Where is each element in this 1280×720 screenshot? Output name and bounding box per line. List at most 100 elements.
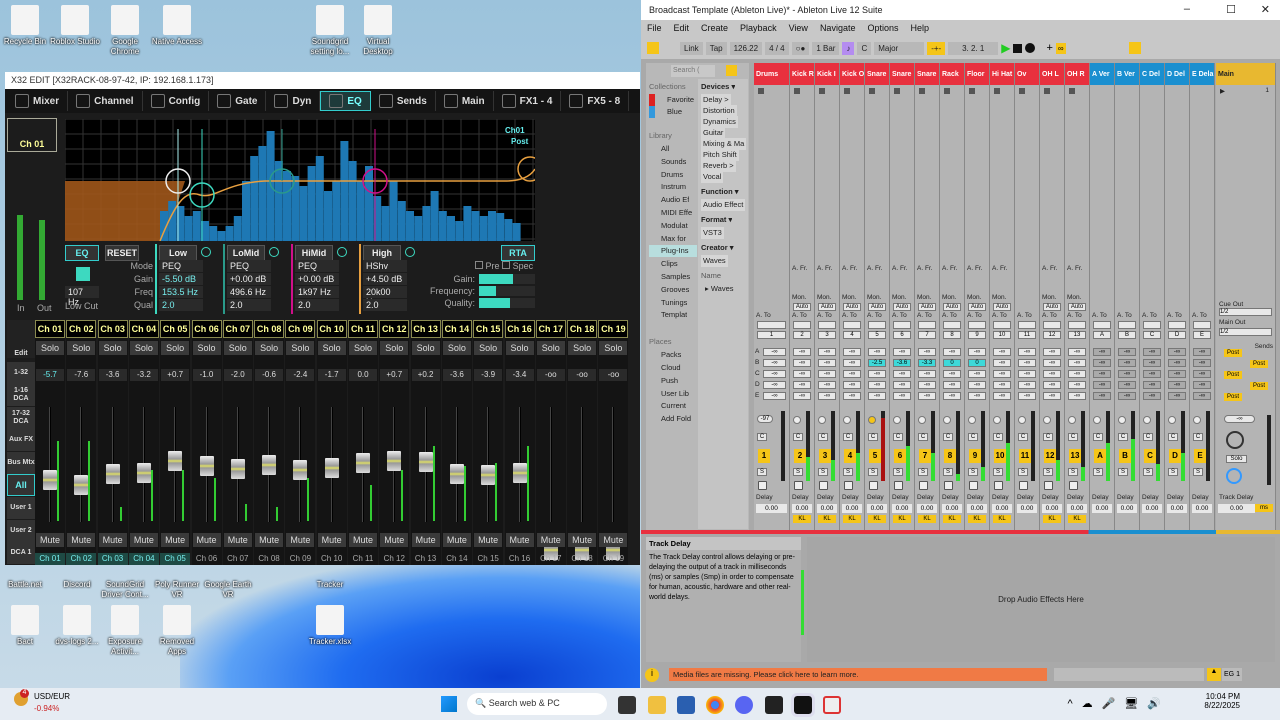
- track-delay-value[interactable]: 0.00: [967, 504, 987, 513]
- send-a-value[interactable]: -∞: [893, 348, 911, 356]
- audio-to-select[interactable]: [843, 321, 861, 329]
- audio-to-channel[interactable]: 3: [818, 331, 836, 339]
- solo-button[interactable]: Solo: [223, 341, 252, 355]
- channel-name[interactable]: Ch 10: [316, 320, 347, 338]
- send-a-value[interactable]: -∞: [993, 348, 1011, 356]
- tempo-field[interactable]: 126.22: [729, 41, 763, 55]
- clip-stop-button[interactable]: [819, 88, 825, 94]
- audio-to-select[interactable]: [1193, 321, 1211, 329]
- mute-button[interactable]: Mute: [98, 533, 127, 547]
- reset-button[interactable]: RESET: [105, 245, 139, 261]
- send-b-value[interactable]: -∞: [1093, 359, 1111, 367]
- file-explorer-icon[interactable]: [648, 696, 666, 714]
- places-item[interactable]: Cloud: [649, 362, 681, 374]
- desktop-icon[interactable]: Tracker.xlsx: [304, 605, 356, 647]
- solo-button[interactable]: Solo: [255, 341, 284, 355]
- send-b-value[interactable]: -3.6: [893, 359, 911, 367]
- channel-name[interactable]: Ch 09: [285, 320, 316, 338]
- track-delay-value[interactable]: 0.00: [1092, 504, 1112, 513]
- send-e-value[interactable]: -∞: [893, 392, 911, 400]
- solo-button[interactable]: S: [1018, 468, 1028, 476]
- fader-value[interactable]: -0.6: [255, 369, 284, 381]
- send-b-value[interactable]: -∞: [793, 359, 811, 367]
- tap-button[interactable]: Tap: [705, 41, 727, 55]
- crossfade-button[interactable]: C: [1018, 433, 1028, 441]
- mute-button[interactable]: Mute: [474, 533, 503, 547]
- fader-value[interactable]: -3.6: [98, 369, 127, 381]
- track-header[interactable]: D Del: [1165, 63, 1189, 85]
- fader-cap[interactable]: [356, 453, 370, 473]
- desktop-icon[interactable]: dvs-logs 2...: [51, 605, 103, 647]
- rta-gain-slider[interactable]: [479, 274, 535, 284]
- send-a-value[interactable]: -∞: [1018, 348, 1036, 356]
- audio-to-select[interactable]: [793, 321, 811, 329]
- track-activator-number[interactable]: E: [1194, 449, 1206, 463]
- channel-name[interactable]: Ch 13: [410, 320, 441, 338]
- solo-button[interactable]: Solo: [411, 341, 440, 355]
- desktop-icon[interactable]: Bact: [0, 605, 51, 647]
- track-header[interactable]: E Dela: [1190, 63, 1214, 85]
- activator-button[interactable]: [1143, 416, 1151, 424]
- collection-blue[interactable]: Blue: [649, 106, 682, 118]
- arm-button[interactable]: [1019, 481, 1028, 490]
- send-d-value[interactable]: -∞: [843, 381, 861, 389]
- send-e-value[interactable]: -∞: [1193, 392, 1211, 400]
- send-post-button[interactable]: Post: [1250, 360, 1268, 368]
- solo-button[interactable]: Solo: [129, 341, 158, 355]
- x32-tab-eq[interactable]: EQ: [320, 91, 371, 111]
- audio-to-select[interactable]: [918, 321, 936, 329]
- fader-value[interactable]: -oo: [599, 369, 628, 381]
- x32-edit-taskbar-icon[interactable]: [765, 696, 783, 714]
- library-item[interactable]: Max for: [649, 233, 686, 245]
- crossfade-button[interactable]: C: [993, 433, 1003, 441]
- kl-button[interactable]: KL: [993, 515, 1011, 523]
- play-button[interactable]: ▶: [1001, 41, 1010, 55]
- audio-to-select[interactable]: [1118, 321, 1136, 329]
- band-gain-value[interactable]: +4.50 dB: [363, 273, 407, 285]
- fader-value[interactable]: +0.7: [161, 369, 190, 381]
- track-header[interactable]: Floor: [965, 63, 989, 85]
- solo-button[interactable]: S: [818, 468, 828, 476]
- clock[interactable]: 10:04 PM 8/22/2025: [1204, 692, 1240, 710]
- name-column-header[interactable]: Name: [701, 270, 721, 282]
- clip-stop-button[interactable]: [944, 88, 950, 94]
- send-a-value[interactable]: -∞: [818, 348, 836, 356]
- monitor-select[interactable]: Auto: [918, 303, 936, 311]
- fader-cap[interactable]: [324, 458, 339, 479]
- channel-name[interactable]: Ch 08: [254, 320, 285, 338]
- channel-name[interactable]: Ch 19: [598, 320, 629, 338]
- send-b-value[interactable]: -∞: [1068, 359, 1086, 367]
- monitor-select[interactable]: Auto: [818, 303, 836, 311]
- audio-to-select[interactable]: [1018, 321, 1036, 329]
- desktop-icon[interactable]: Virtual Desktop: [352, 5, 404, 57]
- send-b-value[interactable]: -2.5: [868, 359, 886, 367]
- send-d-value[interactable]: -∞: [1068, 381, 1086, 389]
- solo-button[interactable]: Solo: [599, 341, 628, 355]
- filter-icon[interactable]: [726, 65, 737, 76]
- activator-button[interactable]: [1168, 416, 1176, 424]
- audio-to-select[interactable]: [1068, 321, 1086, 329]
- audio-to-channel[interactable]: D: [1168, 331, 1186, 339]
- mute-button[interactable]: Mute: [223, 533, 252, 547]
- clip-stop-button[interactable]: [994, 88, 1000, 94]
- solo-button[interactable]: S: [943, 468, 953, 476]
- send-a-value[interactable]: -∞: [1068, 348, 1086, 356]
- clip-stop-button[interactable]: [919, 88, 925, 94]
- places-item[interactable]: Packs: [649, 349, 681, 361]
- send-c-value[interactable]: -∞: [943, 370, 961, 378]
- solo-button[interactable]: Solo: [161, 341, 190, 355]
- fader-value[interactable]: -1.7: [317, 369, 346, 381]
- send-post-button[interactable]: Post: [1224, 349, 1242, 357]
- send-b-value[interactable]: 0: [968, 359, 986, 367]
- send-a-value[interactable]: -∞: [918, 348, 936, 356]
- activator-button[interactable]: [893, 416, 901, 424]
- solo-button[interactable]: S: [1068, 468, 1078, 476]
- band-mode-value[interactable]: PEQ: [159, 260, 203, 272]
- band-power-icon[interactable]: [405, 247, 415, 257]
- arm-button[interactable]: [894, 481, 903, 490]
- fader-value[interactable]: +0.2: [411, 369, 440, 381]
- band-q-value[interactable]: 2.0: [363, 299, 407, 311]
- track-activator-number[interactable]: B: [1119, 449, 1131, 463]
- band-power-icon[interactable]: [201, 247, 211, 257]
- band-q-value[interactable]: 2.0: [227, 299, 271, 311]
